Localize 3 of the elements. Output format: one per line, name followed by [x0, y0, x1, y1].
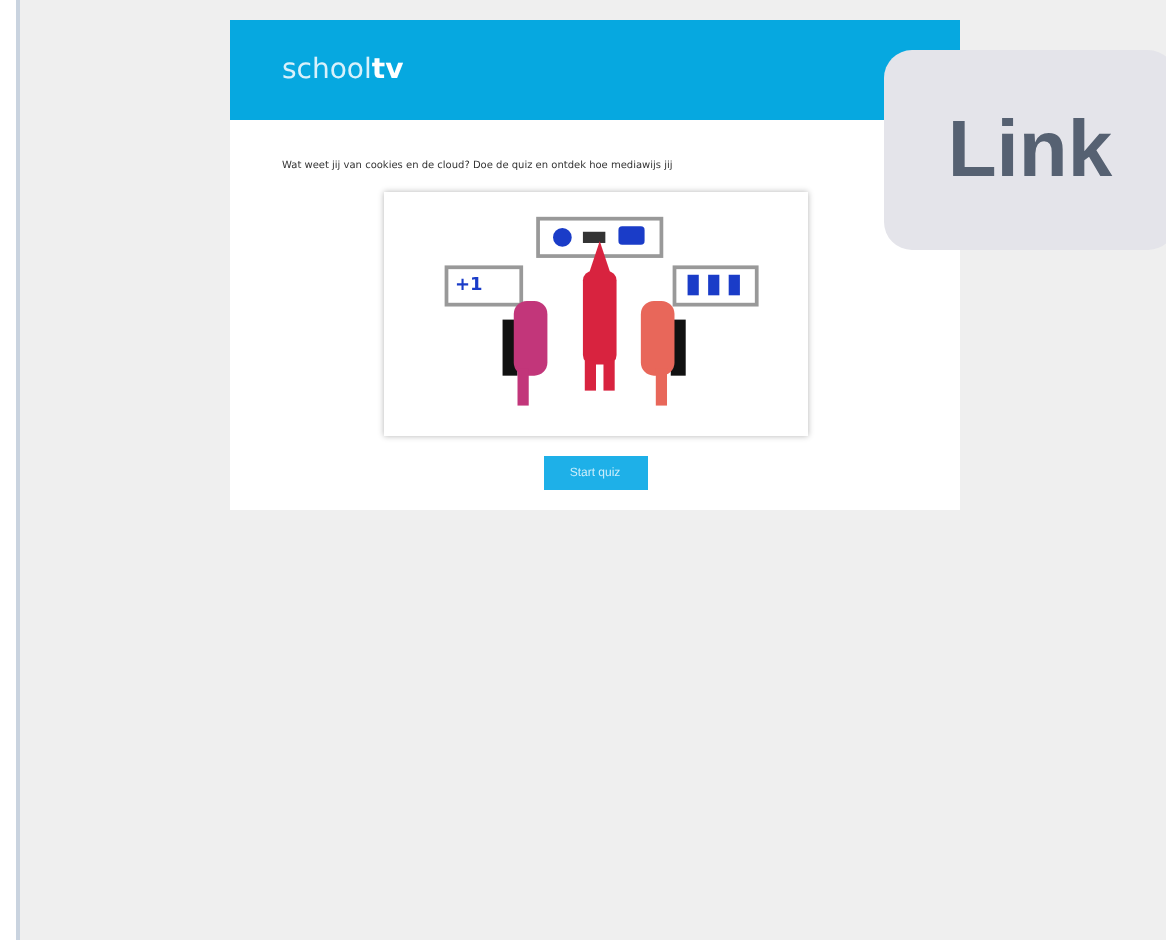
- bubble-label: +1: [455, 276, 483, 296]
- link-badge: Link: [884, 50, 1166, 250]
- logo: schooltv: [282, 54, 404, 86]
